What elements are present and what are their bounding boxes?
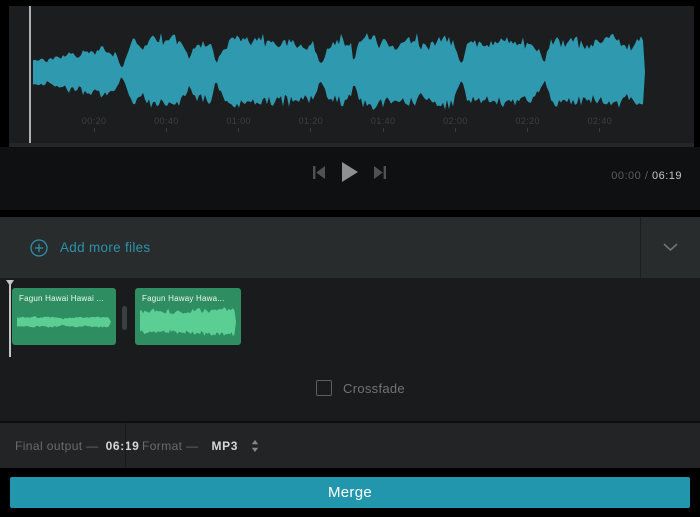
waveform-panel[interactable]: 00:20 00:40 01:00 01:20 01:40 02:00 02:2…: [9, 6, 694, 147]
crossfade-checkbox[interactable]: [316, 380, 332, 396]
ruler-tick: [166, 128, 167, 132]
format-stepper-icon[interactable]: [251, 439, 259, 453]
ruler-label: 00:20: [82, 116, 107, 126]
skip-to-end-icon: [373, 165, 387, 180]
playhead[interactable]: [29, 6, 31, 147]
skip-to-start-button[interactable]: [312, 165, 326, 180]
ruler-tick: [94, 128, 95, 132]
clip-junction-handle[interactable]: [122, 306, 127, 330]
ruler-tick: [527, 128, 528, 132]
info-bar-divider: [125, 423, 126, 468]
format-select[interactable]: Format — MP3: [142, 423, 259, 468]
final-output-info: Final output — 06:19: [15, 423, 139, 468]
elapsed-time: 00:00: [611, 170, 641, 182]
clip-waveform: [135, 288, 241, 345]
merge-button[interactable]: Merge: [10, 477, 690, 508]
audio-clip-2[interactable]: Fagun Haway Hawa...: [135, 288, 241, 345]
ruler-tick: [310, 128, 311, 132]
add-more-files-label: Add more files: [60, 240, 151, 255]
skip-to-end-button[interactable]: [373, 165, 387, 180]
time-ruler: 00:20 00:40 01:00 01:20 01:40 02:00 02:2…: [58, 116, 636, 142]
time-display: 00:00 / 06:19: [611, 170, 682, 182]
add-more-files-row[interactable]: Add more files: [0, 217, 700, 278]
output-settings-bar: Final output — 06:19 Format — MP3: [0, 421, 700, 468]
skip-to-start-icon: [312, 165, 326, 180]
format-label: Format —: [142, 439, 199, 453]
ruler-label: 02:00: [443, 116, 468, 126]
format-value: MP3: [212, 439, 238, 453]
ruler-label: 02:20: [515, 116, 540, 126]
transport-controls: [312, 162, 387, 182]
chevron-down-icon: [663, 243, 678, 252]
ruler-label: 00:40: [154, 116, 179, 126]
final-output-value: 06:19: [106, 439, 140, 453]
play-button[interactable]: [341, 162, 358, 182]
time-separator: /: [645, 170, 649, 182]
crossfade-label: Crossfade: [343, 381, 405, 396]
audio-joiner-app: 00:20 00:40 01:00 01:20 01:40 02:00 02:2…: [0, 0, 700, 517]
timeline: Fagun Hawai Hawai ... Fagun Haway Hawa..…: [0, 278, 700, 421]
ruler-tick: [599, 128, 600, 132]
final-output-label: Final output —: [15, 439, 99, 453]
collapse-panel-button[interactable]: [641, 217, 700, 278]
timeline-playhead[interactable]: [9, 280, 11, 357]
ruler-label: 01:00: [226, 116, 251, 126]
clip-waveform: [12, 288, 116, 345]
ruler-tick: [383, 128, 384, 132]
total-duration: 06:19: [652, 170, 682, 182]
ruler-tick: [238, 128, 239, 132]
ruler-label: 01:40: [371, 116, 396, 126]
ruler-tick: [455, 128, 456, 132]
playback-controls-bar: 00:00 / 06:19: [0, 147, 700, 210]
play-icon: [341, 162, 358, 182]
merge-area: Merge: [0, 468, 700, 517]
plus-circle-icon: [30, 239, 48, 257]
ruler-label: 02:40: [588, 116, 613, 126]
ruler-label: 01:20: [299, 116, 324, 126]
audio-clip-1[interactable]: Fagun Hawai Hawai ...: [12, 288, 116, 345]
crossfade-toggle[interactable]: Crossfade: [316, 380, 405, 396]
